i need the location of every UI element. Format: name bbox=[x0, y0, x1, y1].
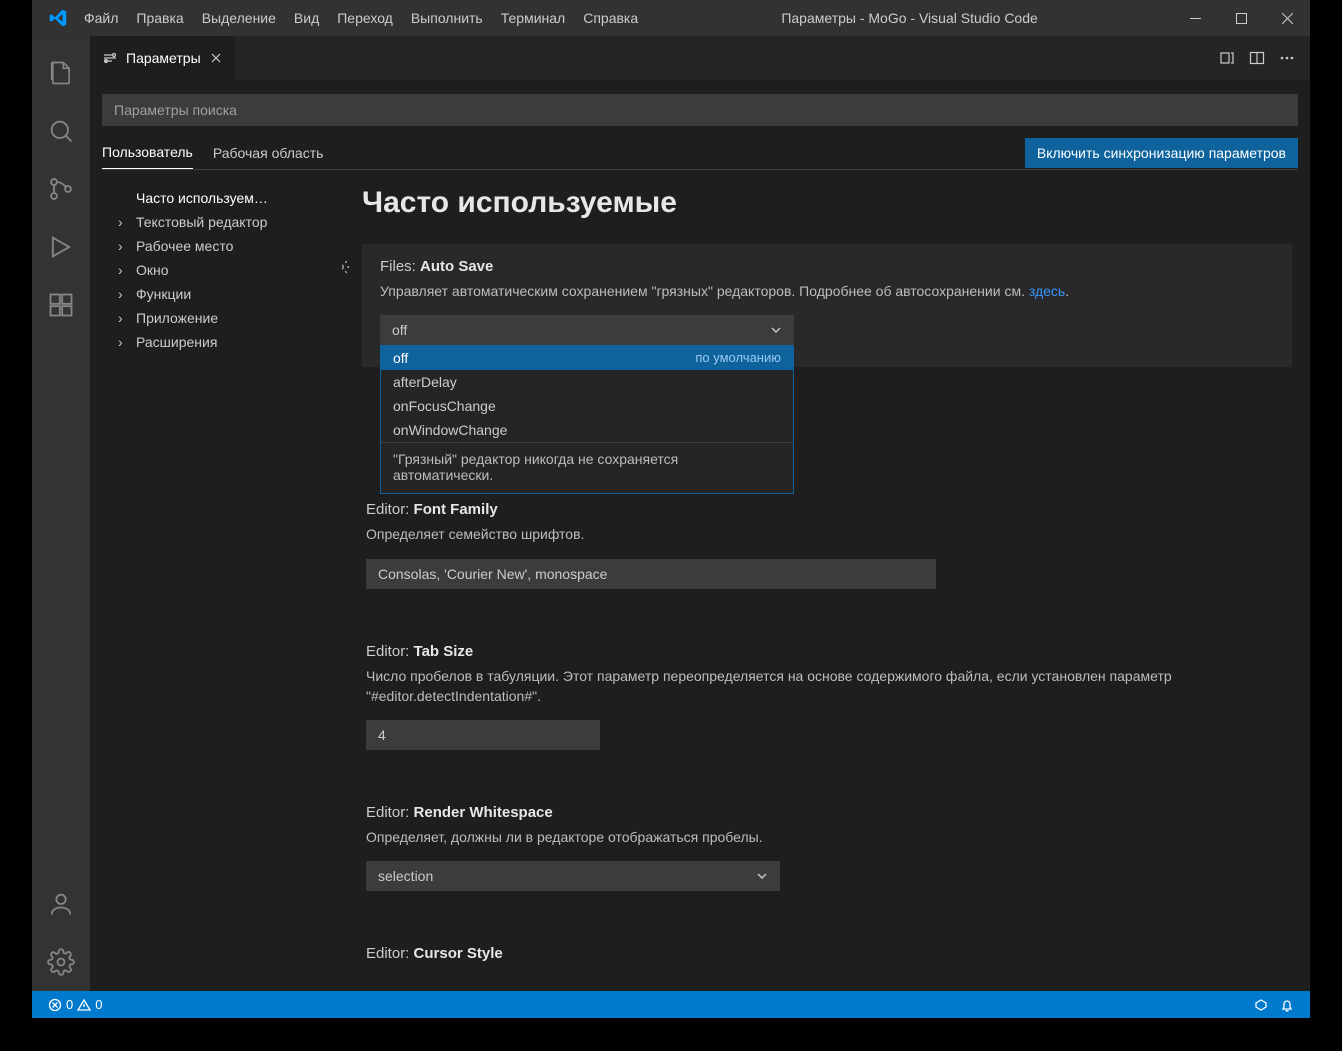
menu-selection[interactable]: Выделение bbox=[193, 0, 285, 36]
error-icon bbox=[48, 998, 62, 1012]
tab-settings[interactable]: Параметры bbox=[90, 36, 235, 80]
explorer-icon[interactable] bbox=[32, 44, 90, 102]
setting-whitespace: Editor: Render Whitespace Определяет, до… bbox=[362, 790, 1292, 913]
autosave-help-link[interactable]: здесь bbox=[1029, 283, 1065, 299]
search-icon[interactable] bbox=[32, 102, 90, 160]
close-button[interactable] bbox=[1264, 0, 1310, 36]
chevron-down-icon bbox=[770, 324, 782, 336]
window-title: Параметры - MoGo - Visual Studio Code bbox=[647, 10, 1172, 26]
run-debug-icon[interactable] bbox=[32, 218, 90, 276]
chevron-right-icon: › bbox=[118, 334, 123, 350]
chevron-right-icon: › bbox=[118, 214, 123, 230]
whitespace-select[interactable]: selection bbox=[366, 861, 780, 891]
extensions-icon[interactable] bbox=[32, 276, 90, 334]
autosave-select[interactable]: off offпо умолчанию afterDelay onFocusCh… bbox=[380, 315, 794, 345]
menu-go[interactable]: Переход bbox=[328, 0, 402, 36]
tab-bar: Параметры bbox=[90, 36, 1310, 80]
menu-help[interactable]: Справка bbox=[574, 0, 647, 36]
menu-run[interactable]: Выполнить bbox=[402, 0, 492, 36]
tabsize-input[interactable] bbox=[366, 720, 600, 750]
fontfamily-desc: Определяет семейство шрифтов. bbox=[366, 524, 1288, 544]
source-control-icon[interactable] bbox=[32, 160, 90, 218]
option-onwindowchange[interactable]: onWindowChange bbox=[381, 418, 793, 442]
scope-workspace-tab[interactable]: Рабочая область bbox=[213, 137, 324, 169]
chevron-right-icon: › bbox=[118, 286, 123, 302]
toc-extensions[interactable]: ›Расширения bbox=[102, 330, 332, 354]
autosave-dropdown: offпо умолчанию afterDelay onFocusChange… bbox=[380, 345, 794, 494]
setting-cursor: Editor: Cursor Style bbox=[362, 931, 1292, 990]
setting-fontfamily: Editor: Font Family Определяет семейство… bbox=[362, 487, 1292, 610]
feedback-icon bbox=[1254, 998, 1268, 1012]
toc-application[interactable]: ›Приложение bbox=[102, 306, 332, 330]
status-feedback[interactable] bbox=[1248, 998, 1274, 1012]
titlebar: Файл Правка Выделение Вид Переход Выполн… bbox=[32, 0, 1310, 36]
open-changes-icon[interactable] bbox=[1212, 43, 1242, 73]
settings-icon bbox=[102, 50, 118, 66]
tab-label: Параметры bbox=[126, 50, 201, 66]
settings-scope-tabs: Пользователь Рабочая область Включить си… bbox=[102, 136, 1298, 170]
tabsize-desc: Число пробелов в табуляции. Этот парамет… bbox=[366, 666, 1288, 707]
menu-file[interactable]: Файл bbox=[75, 0, 127, 36]
menu-view[interactable]: Вид bbox=[285, 0, 328, 36]
autosave-label: Files: Auto Save bbox=[380, 258, 1274, 275]
chevron-right-icon: › bbox=[118, 238, 123, 254]
maximize-button[interactable] bbox=[1218, 0, 1264, 36]
vscode-logo-icon bbox=[40, 9, 75, 27]
split-editor-icon[interactable] bbox=[1242, 43, 1272, 73]
option-afterdelay[interactable]: afterDelay bbox=[381, 370, 793, 394]
toc-workbench[interactable]: ›Рабочее место bbox=[102, 234, 332, 258]
status-problems[interactable]: 0 0 bbox=[42, 997, 108, 1012]
gear-icon[interactable] bbox=[32, 933, 90, 991]
fontfamily-label: Editor: Font Family bbox=[366, 501, 1288, 518]
accounts-icon[interactable] bbox=[32, 875, 90, 933]
bell-icon bbox=[1280, 998, 1294, 1012]
option-onfocuschange[interactable]: onFocusChange bbox=[381, 394, 793, 418]
toc-window[interactable]: ›Окно bbox=[102, 258, 332, 282]
status-notifications[interactable] bbox=[1274, 998, 1300, 1012]
close-icon[interactable] bbox=[209, 51, 223, 65]
tabsize-label: Editor: Tab Size bbox=[366, 643, 1288, 660]
whitespace-desc: Определяет, должны ли в редакторе отобра… bbox=[366, 827, 1288, 847]
minimize-button[interactable] bbox=[1172, 0, 1218, 36]
chevron-right-icon: › bbox=[118, 262, 123, 278]
section-title: Часто используемые bbox=[362, 186, 1292, 220]
toc-features[interactable]: ›Функции bbox=[102, 282, 332, 306]
gear-icon[interactable] bbox=[342, 258, 350, 276]
activity-bar bbox=[32, 36, 90, 991]
setting-tabsize: Editor: Tab Size Число пробелов в табуля… bbox=[362, 629, 1292, 773]
option-off[interactable]: offпо умолчанию bbox=[381, 346, 793, 370]
search-input[interactable] bbox=[102, 94, 1298, 126]
fontfamily-input[interactable] bbox=[366, 559, 936, 589]
option-description: "Грязный" редактор никогда не сохраняетс… bbox=[381, 443, 793, 493]
toc-frequently-used[interactable]: Часто используем… bbox=[102, 186, 332, 210]
statusbar: 0 0 bbox=[32, 991, 1310, 1018]
cursor-label: Editor: Cursor Style bbox=[366, 945, 1288, 962]
enable-sync-button[interactable]: Включить синхронизацию параметров bbox=[1025, 138, 1298, 168]
menu-edit[interactable]: Правка bbox=[127, 0, 192, 36]
autosave-desc: Управляет автоматическим сохранением "гр… bbox=[380, 281, 1274, 301]
chevron-right-icon: › bbox=[118, 310, 123, 326]
scope-user-tab[interactable]: Пользователь bbox=[102, 136, 193, 169]
warning-icon bbox=[77, 998, 91, 1012]
whitespace-label: Editor: Render Whitespace bbox=[366, 804, 1288, 821]
settings-toc: Часто используем… ›Текстовый редактор ›Р… bbox=[102, 186, 342, 991]
settings-content[interactable]: Часто используемые Files: Auto Save Упра… bbox=[342, 186, 1298, 991]
menu-terminal[interactable]: Терминал bbox=[492, 0, 574, 36]
more-icon[interactable] bbox=[1272, 43, 1302, 73]
setting-autosave: Files: Auto Save Управляет автоматически… bbox=[362, 244, 1292, 367]
chevron-down-icon bbox=[756, 870, 768, 882]
menubar: Файл Правка Выделение Вид Переход Выполн… bbox=[75, 0, 647, 36]
toc-text-editor[interactable]: ›Текстовый редактор bbox=[102, 210, 332, 234]
